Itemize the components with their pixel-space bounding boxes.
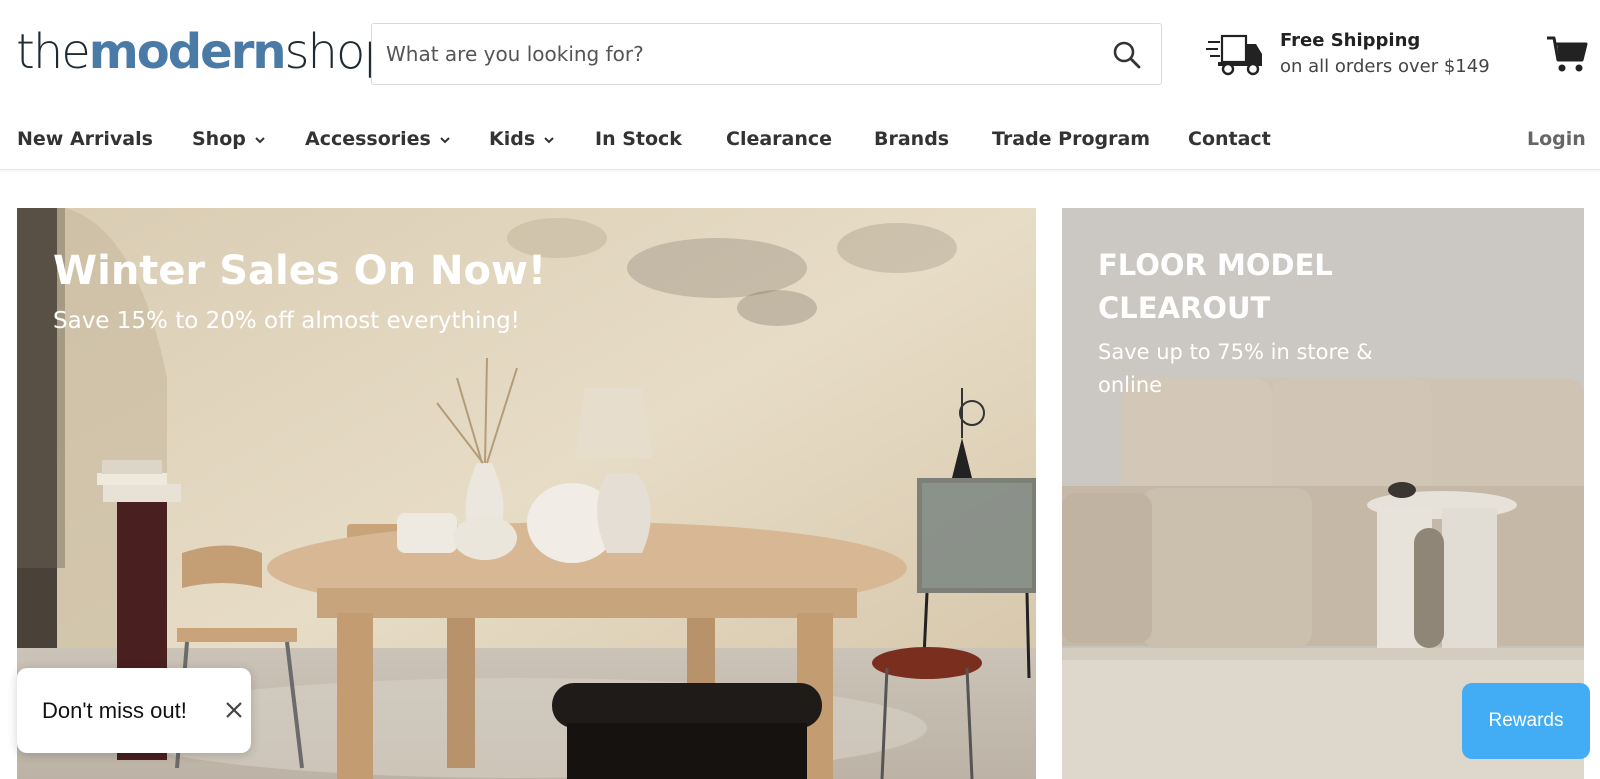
nav-trade-program[interactable]: Trade Program — [992, 122, 1150, 156]
hero-subtitle: Save up to 75% in store & online — [1098, 336, 1373, 402]
hero-subtitle-line-2: online — [1098, 373, 1163, 397]
nav-label: In Stock — [595, 128, 682, 150]
chevron-down-icon — [544, 136, 554, 143]
hero-subtitle: Save 15% to 20% off almost everything! — [53, 308, 520, 334]
nav-label: Contact — [1188, 128, 1271, 150]
nav-label: New Arrivals — [17, 128, 153, 150]
search-input[interactable] — [386, 24, 1086, 84]
cart-icon[interactable] — [1546, 34, 1588, 74]
nav-new-arrivals[interactable]: New Arrivals — [17, 122, 153, 156]
main-navigation: New Arrivals Shop Accessories Kids In St… — [0, 108, 1600, 170]
search-bar — [371, 23, 1162, 85]
nav-shop[interactable]: Shop — [192, 122, 266, 156]
logo-part-modern: modern — [88, 24, 287, 80]
nav-clearance[interactable]: Clearance — [726, 122, 832, 156]
site-header: themodernshop Free Shipping on all order… — [0, 0, 1600, 108]
shipping-subtitle: on all orders over $149 — [1280, 56, 1490, 77]
login-link[interactable]: Login — [1527, 122, 1586, 156]
hero-title: FLOOR MODEL CLEAROUT — [1098, 244, 1333, 330]
search-icon[interactable] — [1111, 39, 1143, 71]
nav-label: Accessories — [305, 128, 431, 150]
nav-kids[interactable]: Kids — [489, 122, 555, 156]
nav-label: Brands — [874, 128, 950, 150]
hero-title-line-1: FLOOR MODEL — [1098, 248, 1333, 282]
popup-label[interactable]: Don't miss out! — [42, 698, 187, 724]
hero-title: Winter Sales On Now! — [53, 248, 547, 294]
nav-in-stock[interactable]: In Stock — [595, 122, 682, 156]
nav-label: Trade Program — [992, 128, 1151, 150]
nav-contact[interactable]: Contact — [1188, 122, 1271, 156]
nav-brands[interactable]: Brands — [874, 122, 949, 156]
hero-title-line-2: CLEAROUT — [1098, 291, 1271, 325]
chevron-down-icon — [255, 136, 265, 143]
nav-accessories[interactable]: Accessories — [305, 122, 451, 156]
close-icon[interactable] — [224, 700, 244, 720]
free-shipping-banner: Free Shipping on all orders over $149 — [1206, 28, 1506, 84]
rewards-button[interactable]: Rewards — [1462, 683, 1590, 759]
site-logo[interactable]: themodernshop — [16, 22, 394, 82]
nav-label: Clearance — [726, 128, 833, 150]
dont-miss-out-popup: Don't miss out! — [17, 668, 251, 753]
logo-part-the: the — [16, 24, 91, 80]
nav-label: Kids — [489, 128, 536, 150]
delivery-truck-icon — [1206, 34, 1262, 76]
hero-subtitle-line-1: Save up to 75% in store & — [1098, 340, 1373, 364]
shipping-title: Free Shipping — [1280, 30, 1421, 51]
chevron-down-icon — [440, 136, 450, 143]
nav-label: Shop — [192, 128, 246, 150]
